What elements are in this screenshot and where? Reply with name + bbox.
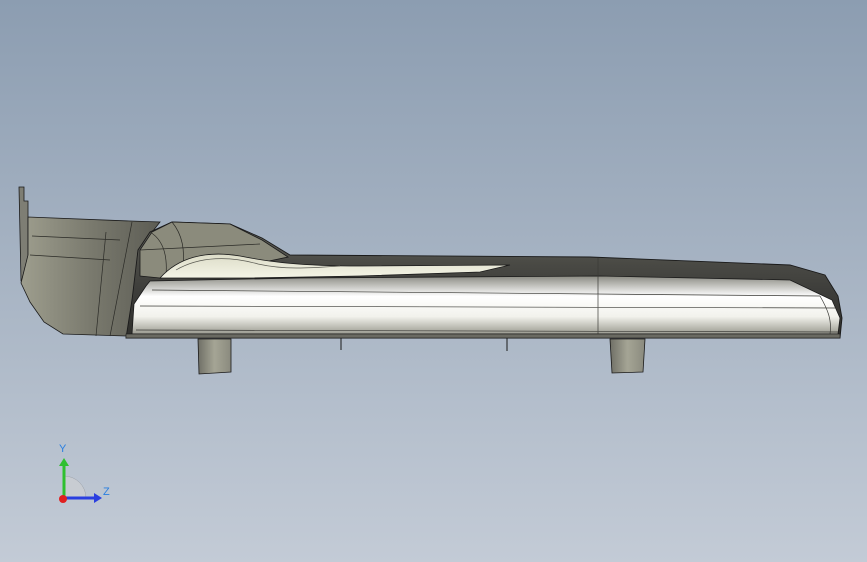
side-strip[interactable] <box>131 275 841 335</box>
graphics-viewport[interactable]: Y Z <box>0 0 867 562</box>
support-leg-left[interactable] <box>197 338 232 375</box>
z-axis-arrow <box>94 493 102 503</box>
x-axis-dot <box>59 495 67 503</box>
cad-model[interactable] <box>0 0 867 562</box>
support-leg-right[interactable] <box>609 338 646 374</box>
bottom-flange <box>125 333 841 339</box>
z-axis-label: Z <box>103 486 110 498</box>
y-axis-label: Y <box>59 443 67 455</box>
y-axis-arrow <box>59 458 69 466</box>
triad-quadrant <box>63 475 87 499</box>
